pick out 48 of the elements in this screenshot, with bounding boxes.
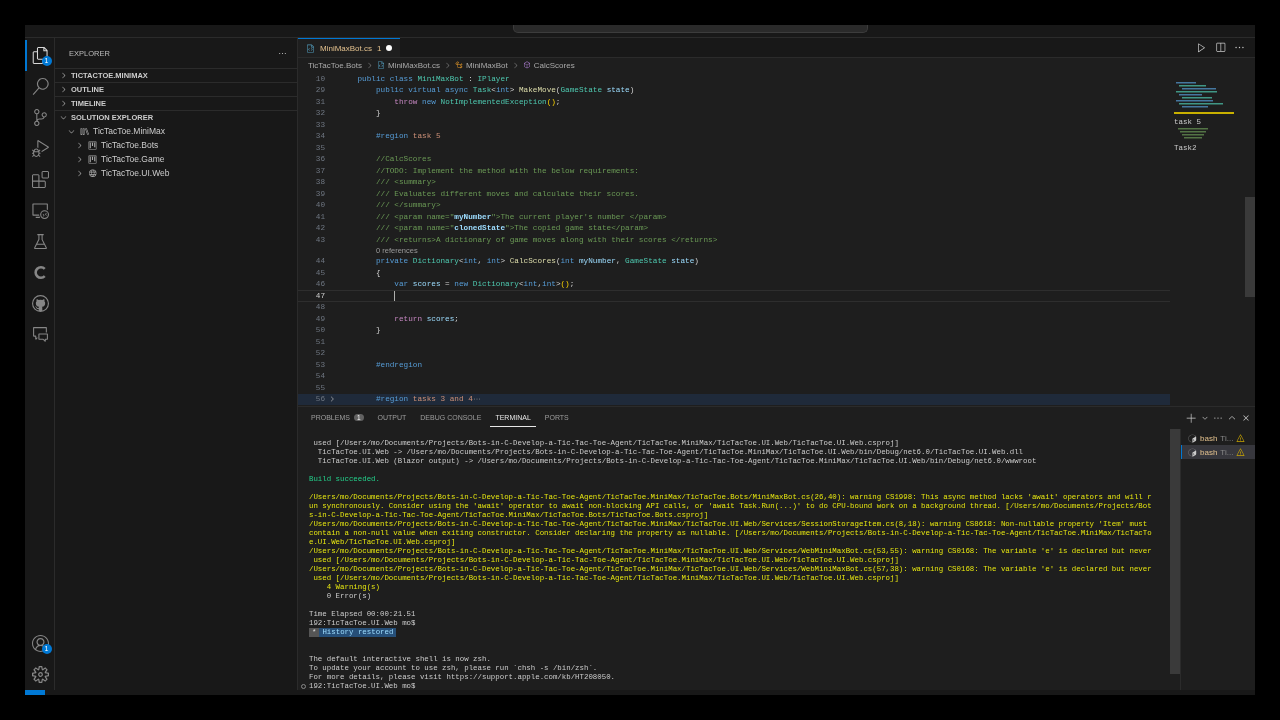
method-icon [522, 61, 531, 69]
close-icon[interactable] [1241, 413, 1251, 423]
terminal-item[interactable]: bash Ti... [1181, 431, 1255, 445]
warning-icon [1236, 433, 1246, 443]
tab-label: MiniMaxBot.cs [320, 43, 372, 53]
chat-icon [32, 326, 49, 343]
project-icon [88, 140, 97, 150]
tree-label: TicTacToe.Game [101, 154, 165, 164]
tree-item[interactable]: TicTacToe.Game [55, 152, 297, 166]
problem-count: 1 [377, 43, 382, 53]
file-code-icon [376, 61, 385, 69]
terminal-icon [1188, 447, 1197, 457]
add-icon[interactable] [1186, 412, 1197, 424]
monitor-icon [32, 202, 49, 219]
search-icon [32, 78, 49, 95]
breadcrumb-item[interactable]: MiniMaxBot [465, 60, 508, 70]
terminal-item[interactable]: bash Ti... [1181, 445, 1255, 459]
terminal-icon [1188, 433, 1197, 443]
text-cursor [394, 290, 395, 301]
editor-tab[interactable]: MiniMaxBot.cs 1 [298, 38, 401, 57]
class-icon [454, 61, 463, 69]
split-editor-icon[interactable] [1215, 42, 1226, 53]
breadcrumb-item[interactable]: MiniMaxBot.cs [387, 60, 440, 70]
project-icon [88, 154, 97, 164]
github-icon [32, 295, 49, 312]
settings-icon [32, 666, 49, 683]
breadcrumb-item[interactable]: CalcScores [533, 60, 575, 70]
file-code-icon [306, 43, 315, 53]
tree-item[interactable]: TicTacToe.MiniMax [55, 124, 297, 138]
run-icon[interactable] [1196, 42, 1207, 53]
tree-item[interactable]: TicTacToe.UI.Web [55, 166, 297, 180]
tree-label: TicTacToe.UI.Web [101, 168, 170, 178]
play-bug-icon [32, 140, 49, 157]
tree-label: TicTacToe.Bots [101, 140, 159, 150]
branch-icon [32, 109, 49, 126]
terminal-detail: Ti... [1220, 433, 1234, 443]
flask-icon [32, 233, 49, 250]
warning-icon [1236, 447, 1246, 457]
terminal-detail: Ti... [1220, 447, 1234, 457]
terminal-name: bash [1200, 447, 1218, 457]
terminal-name: bash [1200, 433, 1218, 443]
project-icon [88, 168, 97, 178]
tree-label: TicTacToe.MiniMax [93, 126, 165, 136]
code-preview-drawing [1174, 82, 1234, 116]
blocks-icon [32, 171, 49, 188]
tree-item[interactable]: TicTacToe.Bots [55, 138, 297, 152]
breadcrumb-item[interactable]: TicTacToe.Bots [308, 60, 362, 70]
project-icon [80, 126, 89, 136]
